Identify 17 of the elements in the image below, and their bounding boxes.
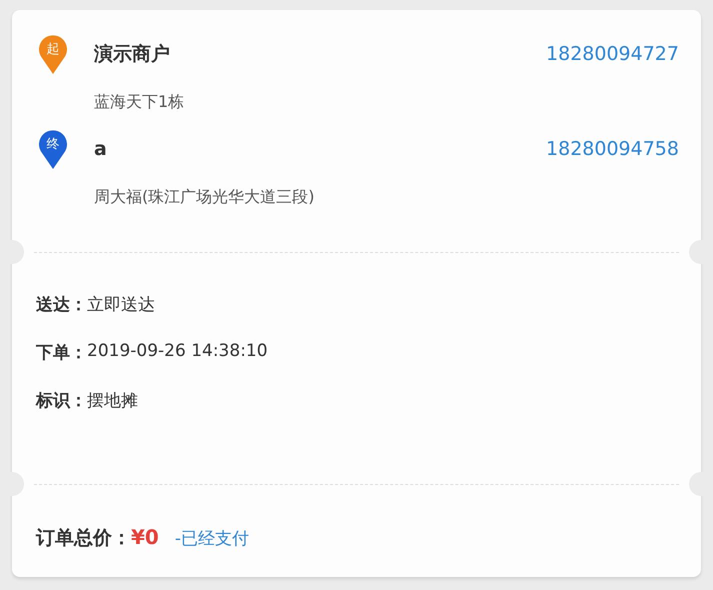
detail-value: 2019-09-26 14:38:10 [87, 341, 268, 363]
detail-label: 送达： [36, 294, 87, 316]
detail-value: 立即送达 [87, 294, 155, 316]
stop-address: 蓝海天下1栋 [94, 92, 186, 113]
total-amount: ¥0 [131, 525, 159, 549]
phone-link[interactable]: 18280094758 [546, 138, 679, 160]
stop-name: 演示商户 [94, 42, 171, 67]
payment-status: -已经支付 [174, 528, 249, 550]
phone-link[interactable]: 18280094727 [546, 43, 679, 65]
stop-name: a [94, 138, 108, 160]
map-pin-icon: 终 [38, 129, 68, 169]
map-pin-icon: 起 [38, 34, 68, 74]
detail-label: 下单： [36, 342, 87, 364]
stop-address: 周大福(珠江广场光华大道三段) [94, 187, 316, 208]
detail-label: 标识： [36, 390, 87, 412]
detail-value: 摆地摊 [87, 390, 138, 412]
total-label: 订单总价： [36, 526, 131, 551]
